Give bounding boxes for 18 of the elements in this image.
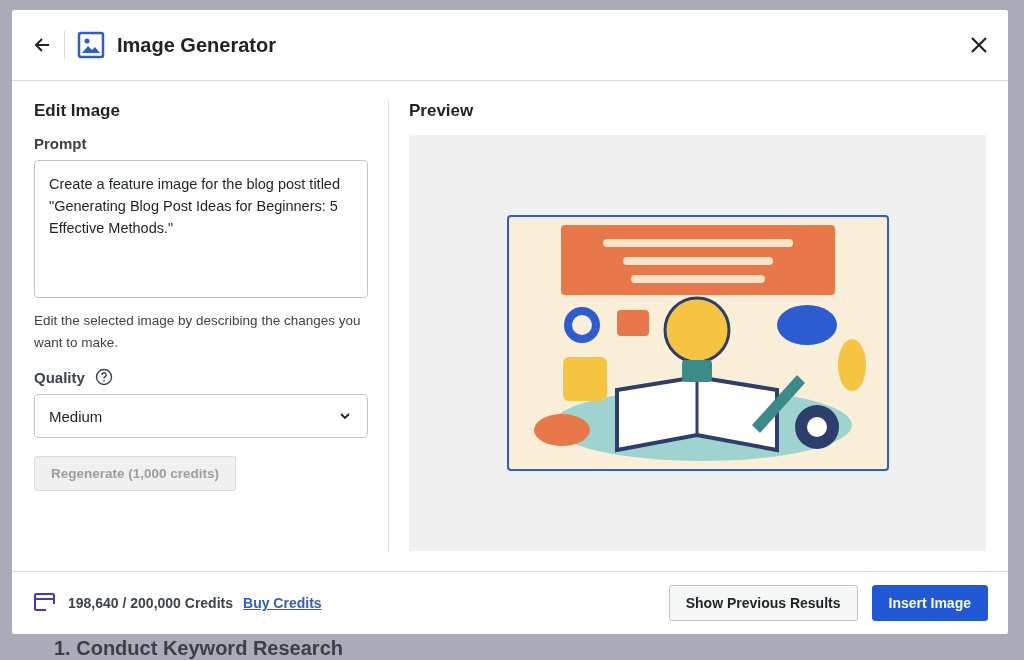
insert-button[interactable]: Insert Image xyxy=(871,585,988,621)
field-label: Quality xyxy=(34,368,85,386)
quality-dropdown[interactable]: Medium xyxy=(34,394,368,438)
previous-results-button[interactable]: Show Previous Results xyxy=(668,585,858,621)
prompt-field[interactable]: Create a feature image for the blog post titled "Generating Blog Post Ideas for Beginners: 5 Effective Methods." xyxy=(34,160,368,298)
credits-icon xyxy=(34,592,58,614)
help-icon[interactable] xyxy=(94,368,113,386)
background-heading: 1. Conduct Keyword Research xyxy=(54,636,344,660)
dialog-title: Image Generator xyxy=(117,33,276,57)
chevron-icon xyxy=(339,412,351,420)
close-icon[interactable] xyxy=(970,36,988,54)
help-text: Edit the selected image by describing the changes you want to make. xyxy=(34,312,362,352)
credits-count: 198,640 / 200,000 Credits xyxy=(68,595,233,611)
section-heading: Preview xyxy=(409,101,475,121)
image-icon xyxy=(77,31,105,59)
section-heading: Edit Image xyxy=(34,101,120,121)
buy-credits-link[interactable]: Buy Credits xyxy=(243,595,322,611)
field-label: Prompt xyxy=(34,135,87,152)
